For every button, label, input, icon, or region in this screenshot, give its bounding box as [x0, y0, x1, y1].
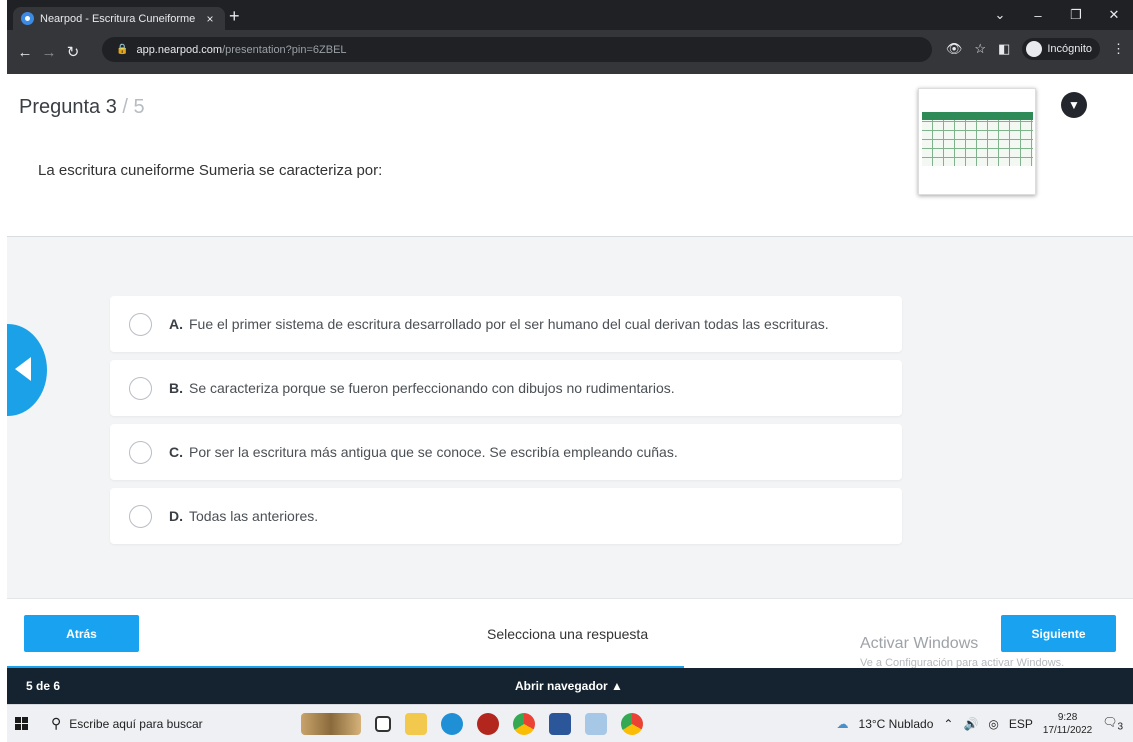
forward-arrow-icon[interactable]: → [37, 44, 61, 61]
option-a[interactable]: A. Fue el primer sistema de escritura de… [110, 296, 902, 352]
browser-toolbar: ← → ↻ 🔒 app.nearpod.com /presentation?pi… [7, 30, 1133, 74]
option-text: Por ser la escritura más antigua que se … [189, 444, 678, 460]
question-label: Pregunta 3 [19, 96, 117, 118]
side-panel-icon[interactable]: ◧ [998, 41, 1010, 57]
nearpod-favicon-icon [21, 12, 34, 25]
incognito-icon [1026, 41, 1043, 57]
notification-count: 3 [1117, 721, 1123, 733]
tab-search-icon[interactable]: ⌄ [981, 0, 1019, 30]
browser-tab-strip: Nearpod - Escritura Cuneiforme × + ⌄ – ❐… [7, 0, 1133, 30]
thumbnail-table-header [922, 112, 1033, 120]
question-text: La escritura cuneiforme Sumeria se carac… [38, 162, 383, 179]
radio-button[interactable] [129, 440, 152, 464]
minimize-icon[interactable]: – [1019, 0, 1057, 30]
question-image-thumbnail[interactable] [918, 88, 1036, 195]
question-header: Pregunta 3 / 5 La escritura cuneiforme S… [7, 74, 1133, 237]
clock-time: 9:28 [1057, 712, 1078, 723]
tab-close-icon[interactable]: × [203, 12, 217, 26]
activate-windows-title: Activar Windows [860, 635, 979, 652]
weather-icon: ☁ [836, 717, 849, 731]
app-red-icon[interactable] [477, 712, 499, 735]
screen: Nearpod - Escritura Cuneiforme × + ⌄ – ❐… [7, 0, 1133, 742]
slide-counter: 5 de 6 [26, 679, 61, 693]
next-button[interactable]: Siguiente [1001, 615, 1116, 652]
radio-button[interactable] [129, 312, 152, 336]
search-placeholder: Escribe aquí para buscar [69, 716, 203, 731]
left-triangle-icon [15, 357, 31, 381]
back-button[interactable]: Atrás [24, 615, 139, 652]
reload-icon[interactable]: ↻ [61, 43, 85, 61]
browser-menu-icon[interactable]: ⋮ [1112, 41, 1125, 57]
back-arrow-icon[interactable]: ← [13, 44, 37, 61]
taskbar-search[interactable]: ⚲ Escribe aquí para buscar [51, 705, 283, 742]
windows-taskbar: ⚲ Escribe aquí para buscar ☁ 13°C Nublad… [7, 704, 1133, 742]
answer-prompt: Selecciona una respuesta [487, 626, 649, 642]
windows-start-icon[interactable] [15, 717, 37, 730]
paint-icon[interactable] [585, 712, 607, 735]
chrome-incognito-icon[interactable] [621, 712, 643, 735]
clock[interactable]: 9:28 17/11/2022 [1043, 711, 1092, 737]
task-view-icon[interactable] [375, 715, 391, 732]
option-letter: D. [169, 508, 183, 524]
open-navigator-button[interactable]: Abrir navegador ▲ [515, 679, 623, 693]
address-bar[interactable]: 🔒 app.nearpod.com /presentation?pin=6ZBE… [102, 37, 932, 62]
file-explorer-icon[interactable] [405, 712, 427, 735]
new-tab-button[interactable]: + [229, 6, 240, 26]
weather-text[interactable]: 13°C Nublado [859, 717, 934, 731]
window-controls: ⌄ – ❐ ✕ [981, 0, 1133, 30]
word-icon[interactable] [549, 712, 571, 735]
incognito-badge[interactable]: Incógnito [1022, 38, 1100, 60]
toolbar-right: 👁 ☆ ◧ Incógnito ⋮ [946, 38, 1125, 60]
thumbnail-table-body [922, 120, 1033, 166]
question-counter: Pregunta 3 / 5 [19, 96, 145, 119]
url-path: /presentation?pin=6ZBEL [222, 43, 347, 56]
bookmark-star-icon[interactable]: ☆ [974, 41, 986, 57]
system-tray: ☁ 13°C Nublado ⌃ 🔊 ◎ ESP 9:28 17/11/2022… [837, 705, 1123, 742]
chrome-icon[interactable] [513, 712, 535, 735]
edge-icon[interactable] [441, 712, 463, 735]
radio-button[interactable] [129, 376, 152, 400]
collapse-chevron-icon[interactable]: ▼ [1061, 92, 1087, 118]
notification-icon[interactable]: 🗨3 [1102, 715, 1123, 732]
taskbar-apps [301, 712, 643, 735]
option-c[interactable]: C. Por ser la escritura más antigua que … [110, 424, 902, 480]
question-footer: Atrás Selecciona una respuesta Activar W… [7, 598, 1133, 669]
incognito-label: Incógnito [1047, 43, 1092, 55]
url-host: app.nearpod.com [136, 43, 223, 56]
previous-slide-button[interactable] [7, 324, 47, 416]
radio-button[interactable] [129, 504, 152, 528]
option-text: Todas las anteriores. [189, 508, 319, 524]
clock-date: 17/11/2022 [1042, 725, 1093, 736]
restore-icon[interactable]: ❐ [1057, 0, 1095, 30]
option-letter: B. [169, 380, 183, 396]
browser-tab[interactable]: Nearpod - Escritura Cuneiforme × [13, 7, 225, 30]
volume-icon[interactable]: 🔊 [963, 717, 978, 731]
option-b[interactable]: B. Se caracteriza porque se fueron perfe… [110, 360, 902, 416]
option-letter: C. [169, 444, 183, 460]
search-highlight-icon[interactable] [301, 712, 361, 735]
option-letter: A. [169, 316, 183, 332]
search-icon: ⚲ [51, 715, 62, 731]
option-text: Fue el primer sistema de escritura desar… [189, 316, 829, 332]
question-total: / 5 [116, 96, 145, 118]
language-label[interactable]: ESP [1009, 717, 1033, 731]
tray-chevron-icon[interactable]: ⌃ [943, 717, 953, 731]
answers-area: A. Fue el primer sistema de escritura de… [7, 237, 1133, 598]
presentation-navbar: 5 de 6 Abrir navegador ▲ [7, 668, 1133, 704]
lock-icon: 🔒 [116, 44, 129, 55]
tab-title: Nearpod - Escritura Cuneiforme [40, 12, 196, 25]
options-list: A. Fue el primer sistema de escritura de… [110, 296, 902, 552]
option-d[interactable]: D. Todas las anteriores. [110, 488, 902, 544]
network-icon[interactable]: ◎ [988, 717, 998, 731]
option-text: Se caracteriza porque se fueron perfecci… [189, 380, 675, 396]
eye-off-icon[interactable]: 👁 [946, 41, 963, 57]
window-close-icon[interactable]: ✕ [1095, 0, 1133, 30]
